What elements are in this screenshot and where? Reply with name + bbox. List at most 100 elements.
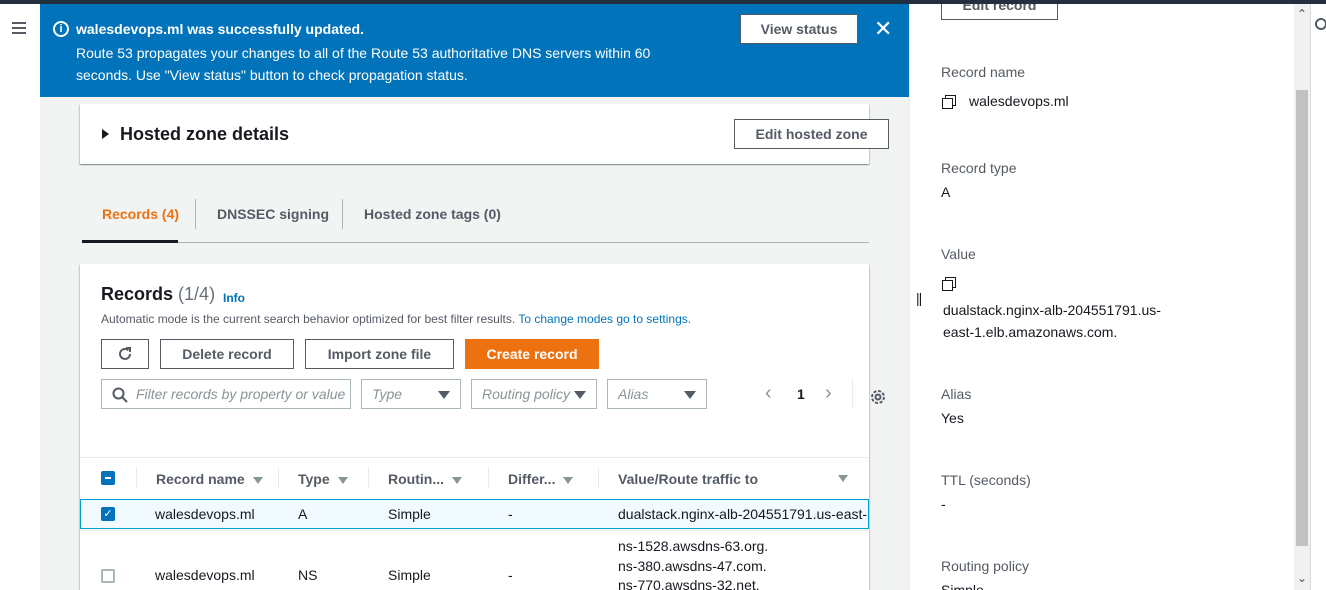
table-row[interactable]: walesdevops.ml NS Simple - ns-1528.awsdn…	[80, 530, 869, 590]
column-label: Routin...	[388, 471, 444, 487]
copy-icon[interactable]	[941, 276, 957, 292]
refresh-button[interactable]	[101, 339, 149, 369]
success-flash-banner: i walesdevops.ml was successfully update…	[40, 4, 909, 97]
filter-placeholder: Filter records by property or value	[136, 386, 346, 402]
gear-icon[interactable]	[869, 388, 887, 406]
alias-label: Alias	[941, 386, 972, 402]
caret-right-icon[interactable]	[102, 129, 109, 139]
edit-record-button[interactable]: Edit record	[941, 4, 1058, 20]
record-type-value: A	[941, 184, 951, 200]
tab-records[interactable]: Records (4)	[102, 206, 179, 222]
scrollbar-thumb[interactable]	[1296, 90, 1308, 546]
create-record-button[interactable]: Create record	[465, 339, 599, 369]
column-divider	[136, 467, 137, 489]
type-select-placeholder: Type	[372, 386, 403, 402]
drawer-resize-handle[interactable]: ||	[916, 290, 922, 306]
left-nav-rail	[0, 4, 40, 590]
routing-policy-label: Routing policy	[941, 558, 1029, 574]
column-header-differ[interactable]: Differ...	[508, 471, 574, 487]
cell-value: dualstack.nginx-alb-204551791.us-east-1.…	[618, 506, 868, 522]
search-mode-text: Automatic mode is the current search beh…	[101, 312, 516, 326]
flash-title: walesdevops.ml was successfully updated.	[76, 21, 364, 37]
sort-icon	[252, 476, 263, 484]
active-tab-indicator	[82, 240, 178, 243]
type-select[interactable]: Type	[361, 379, 461, 409]
delete-record-button[interactable]: Delete record	[160, 339, 294, 369]
hamburger-menu-icon[interactable]	[12, 22, 26, 37]
caret-down-icon	[438, 391, 450, 399]
tab-dnssec-signing[interactable]: DNSSEC signing	[217, 206, 329, 222]
tab-divider	[195, 199, 196, 229]
select-all-checkbox[interactable]	[101, 471, 115, 485]
column-label: Type	[298, 471, 330, 487]
column-header-record-name[interactable]: Record name	[156, 471, 263, 487]
column-header-routing[interactable]: Routin...	[388, 471, 462, 487]
route53-console: i walesdevops.ml was successfully update…	[0, 0, 1326, 590]
cell-differ: -	[508, 567, 513, 583]
table-header: Record name Type Routin... Differ... Val…	[80, 457, 869, 498]
column-label: Value/Route traffic to	[618, 471, 759, 487]
tab-hosted-zone-tags[interactable]: Hosted zone tags (0)	[364, 206, 501, 222]
right-utility-rail	[1310, 4, 1326, 590]
info-link[interactable]: Info	[223, 291, 245, 305]
view-status-button[interactable]: View status	[740, 14, 858, 44]
ttl-label: TTL (seconds)	[941, 472, 1031, 488]
hosted-zone-details-toggle[interactable]: Hosted zone details	[120, 124, 289, 145]
cell-value: ns-1528.awsdns-63.org. ns-380.awsdns-47.…	[618, 537, 768, 590]
record-name-label: Record name	[941, 64, 1026, 80]
value-label: Value	[941, 246, 976, 262]
alias-select-placeholder: Alias	[618, 386, 649, 402]
cell-record-name: walesdevops.ml	[155, 567, 255, 583]
caret-down-icon	[574, 391, 586, 399]
sort-icon	[563, 476, 574, 484]
import-zone-file-button[interactable]: Import zone file	[305, 339, 454, 369]
close-icon[interactable]: ✕	[874, 18, 892, 40]
ns-value: ns-770.awsdns-32.net.	[618, 577, 760, 590]
ttl-value: -	[941, 496, 946, 512]
scroll-down-icon[interactable]: ⌄	[1297, 572, 1307, 584]
cell-type: A	[298, 506, 308, 522]
routing-select-placeholder: Routing policy	[482, 386, 570, 402]
ns-value: ns-380.awsdns-47.com.	[618, 557, 767, 574]
chevron-right-icon[interactable]: ›	[825, 383, 832, 403]
search-icon	[112, 387, 128, 403]
records-heading: Records (1/4)	[101, 284, 215, 305]
chevron-left-icon[interactable]: ‹	[765, 383, 772, 403]
search-mode-description: Automatic mode is the current search beh…	[101, 312, 691, 326]
flash-message: Route 53 propagates your changes to all …	[76, 45, 651, 83]
alias-select[interactable]: Alias	[607, 379, 707, 409]
table-row[interactable]: ✓ walesdevops.ml A Simple - dualstack.ng…	[80, 499, 869, 529]
record-details-drawer: || Edit record Record name walesdevops.m…	[909, 4, 1294, 590]
filter-records-input[interactable]: Filter records by property or value	[101, 379, 351, 409]
column-divider	[278, 467, 279, 489]
scroll-up-icon[interactable]: ⌃	[1297, 8, 1307, 20]
records-count: (1/4)	[178, 284, 216, 304]
cell-type: NS	[298, 567, 318, 583]
column-divider	[368, 467, 369, 489]
refresh-icon	[119, 347, 131, 360]
column-divider	[598, 467, 599, 489]
vertical-scrollbar[interactable]: ⌃ ⌄	[1294, 4, 1310, 590]
column-divider	[488, 467, 489, 489]
record-type-label: Record type	[941, 160, 1017, 176]
routing-policy-select[interactable]: Routing policy	[471, 379, 597, 409]
help-icon[interactable]	[1315, 18, 1326, 30]
sort-icon	[337, 476, 348, 484]
cell-differ: -	[508, 506, 513, 522]
column-header-type[interactable]: Type	[298, 471, 348, 487]
alias-value: Yes	[941, 410, 964, 426]
edit-hosted-zone-button[interactable]: Edit hosted zone	[734, 119, 889, 149]
row-checkbox[interactable]: ✓	[101, 507, 115, 521]
column-label: Differ...	[508, 471, 556, 487]
value-line: east-1.elb.amazonaws.com.	[943, 324, 1118, 340]
current-page-number[interactable]: 1	[797, 386, 805, 402]
settings-link[interactable]: To change modes go to settings.	[518, 312, 691, 326]
record-name-value: walesdevops.ml	[969, 93, 1069, 109]
tab-divider	[342, 199, 343, 229]
records-title: Records	[101, 284, 174, 304]
row-checkbox[interactable]	[101, 569, 115, 583]
sort-icon[interactable]	[838, 475, 848, 482]
column-header-value[interactable]: Value/Route traffic to	[618, 471, 758, 487]
ns-value: ns-1528.awsdns-63.org.	[618, 538, 769, 554]
copy-icon[interactable]	[941, 94, 957, 110]
